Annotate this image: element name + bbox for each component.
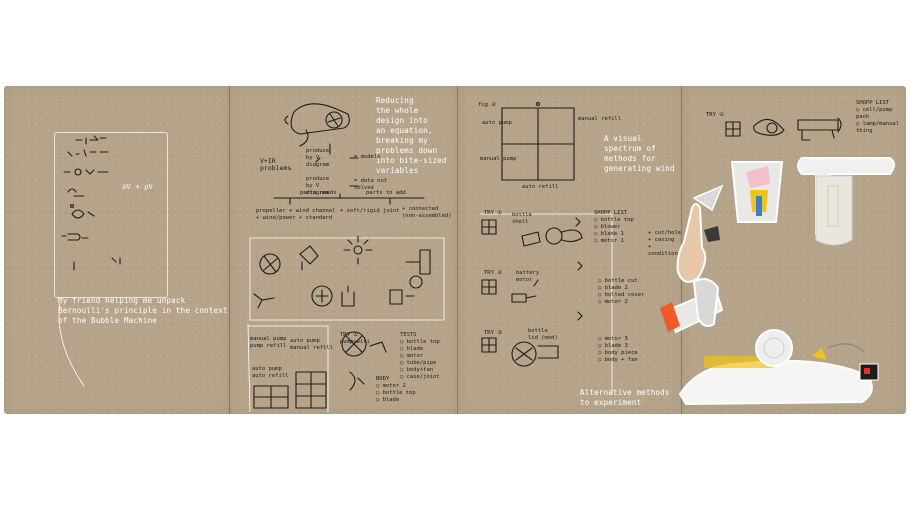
open-notebook-spread: ∂V + ρV My friend helping me unpack Bern… (4, 86, 906, 414)
cup-prototype-photo (730, 161, 784, 223)
fan-rig-on-cloth-photo (678, 329, 879, 406)
bottle-prototype-photo (797, 157, 895, 246)
prototype-photos (660, 157, 895, 406)
orange-cap-prototype-photo (660, 278, 724, 334)
hand-funnel-photo (676, 184, 724, 283)
